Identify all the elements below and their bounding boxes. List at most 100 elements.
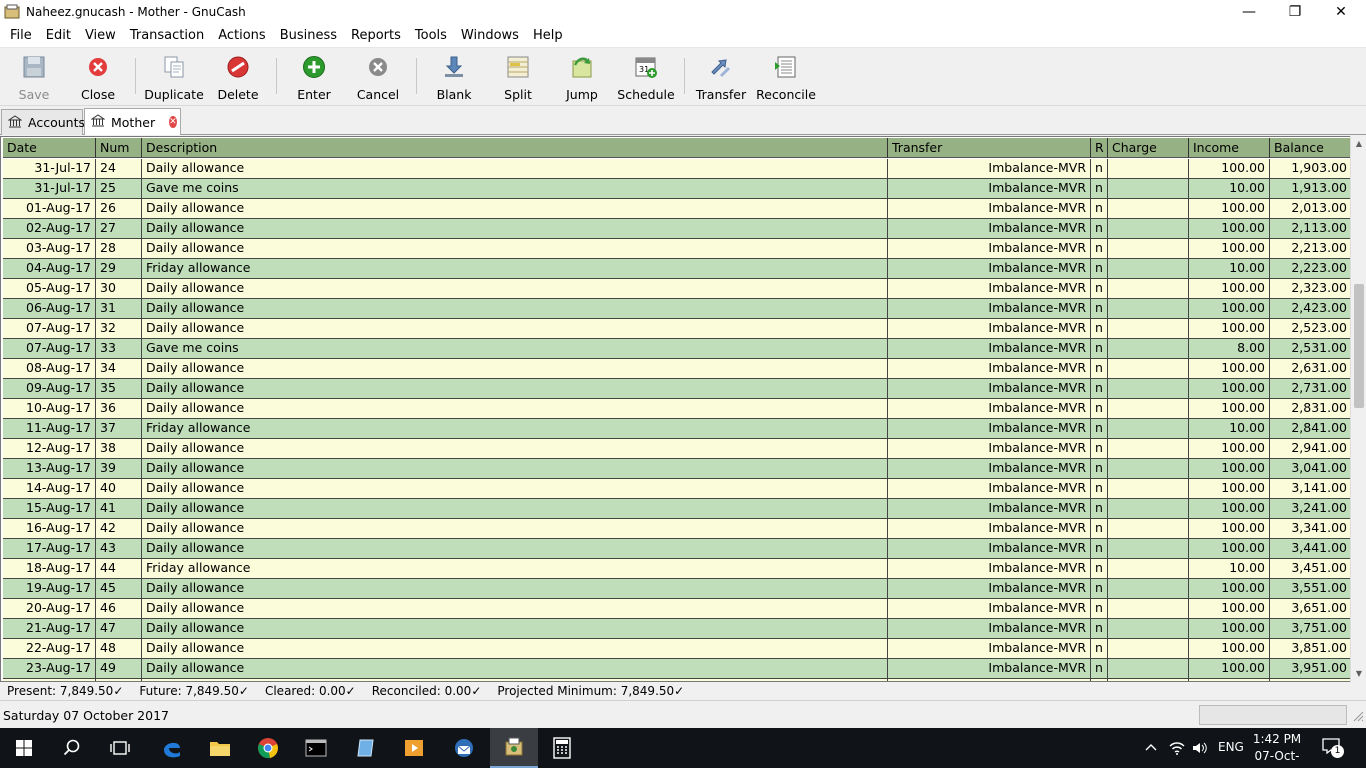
cell-date[interactable]: 07-Aug-17 — [3, 339, 96, 358]
table-row[interactable]: 08-Aug-17 34 Daily allowance Imbalance-MVR n… — [3, 359, 1352, 379]
header-balance[interactable]: Balance — [1270, 138, 1352, 158]
task-view-button[interactable] — [96, 728, 144, 768]
taskbar-clock[interactable]: 1:42 PM 07-Oct-17 — [1248, 731, 1306, 768]
cell-charge[interactable] — [1108, 299, 1189, 318]
cell-date[interactable]: 31-Jul-17 — [3, 159, 96, 178]
delete-button[interactable]: Delete — [214, 52, 262, 102]
table-row[interactable]: 03-Aug-17 28 Daily allowance Imbalance-MVR n… — [3, 239, 1352, 259]
cell-num[interactable]: 25 — [96, 179, 142, 198]
header-r[interactable]: R — [1091, 138, 1108, 158]
wifi-icon[interactable] — [1168, 740, 1186, 756]
cell-date[interactable]: 01-Aug-17 — [3, 199, 96, 218]
cell-transfer[interactable]: Imbalance-MVR — [888, 319, 1091, 338]
table-row[interactable]: 23-Aug-17 49 Daily allowance Imbalance-MVR n… — [3, 659, 1352, 679]
cell-charge[interactable] — [1108, 199, 1189, 218]
cell-num[interactable]: 42 — [96, 519, 142, 538]
cell-transfer[interactable]: Imbalance-MVR — [888, 679, 1091, 681]
cell-income[interactable]: 100.00 — [1189, 519, 1270, 538]
cell-reconcile-flag[interactable]: n — [1091, 419, 1108, 438]
cell-transfer[interactable]: Imbalance-MVR — [888, 599, 1091, 618]
schedule-button[interactable]: 31 Schedule — [617, 52, 675, 102]
cell-num[interactable]: 38 — [96, 439, 142, 458]
cell-num[interactable]: 31 — [96, 299, 142, 318]
cell-date[interactable]: 05-Aug-17 — [3, 279, 96, 298]
cell-income[interactable]: 100.00 — [1189, 539, 1270, 558]
cell-date[interactable]: 08-Aug-17 — [3, 359, 96, 378]
header-transfer[interactable]: Transfer — [888, 138, 1091, 158]
cell-charge[interactable] — [1108, 499, 1189, 518]
cell-reconcile-flag[interactable]: n — [1091, 579, 1108, 598]
cell-date[interactable]: 24-Aug-17 — [3, 679, 96, 681]
header-charge[interactable]: Charge — [1108, 138, 1189, 158]
cell-description[interactable]: Daily allowance — [142, 639, 888, 658]
header-date[interactable]: Date — [3, 138, 96, 158]
cell-date[interactable]: 13-Aug-17 — [3, 459, 96, 478]
cell-income[interactable]: 100.00 — [1189, 679, 1270, 681]
cell-description[interactable]: Daily allowance — [142, 379, 888, 398]
cell-num[interactable]: 36 — [96, 399, 142, 418]
cell-income[interactable]: 100.00 — [1189, 379, 1270, 398]
cell-charge[interactable] — [1108, 399, 1189, 418]
table-row[interactable]: 04-Aug-17 29 Friday allowance Imbalance-MVR… — [3, 259, 1352, 279]
tab-accounts[interactable]: Accounts — [1, 109, 85, 135]
cell-date[interactable]: 04-Aug-17 — [3, 259, 96, 278]
cell-transfer[interactable]: Imbalance-MVR — [888, 339, 1091, 358]
cell-reconcile-flag[interactable]: n — [1091, 499, 1108, 518]
taskbar-thunderbird[interactable] — [440, 728, 488, 768]
cell-transfer[interactable]: Imbalance-MVR — [888, 379, 1091, 398]
header-income[interactable]: Income — [1189, 138, 1270, 158]
cell-transfer[interactable]: Imbalance-MVR — [888, 279, 1091, 298]
table-row[interactable]: 09-Aug-17 35 Daily allowance Imbalance-MVR n… — [3, 379, 1352, 399]
cell-transfer[interactable]: Imbalance-MVR — [888, 439, 1091, 458]
table-row[interactable]: 19-Aug-17 45 Daily allowance Imbalance-MVR n… — [3, 579, 1352, 599]
cell-description[interactable]: Daily allowance — [142, 619, 888, 638]
cell-description[interactable]: Friday allowance — [142, 259, 888, 278]
cell-reconcile-flag[interactable]: n — [1091, 439, 1108, 458]
cell-transfer[interactable]: Imbalance-MVR — [888, 619, 1091, 638]
cell-income[interactable]: 10.00 — [1189, 419, 1270, 438]
table-row[interactable]: 02-Aug-17 27 Daily allowance Imbalance-MVR n… — [3, 219, 1352, 239]
cell-charge[interactable] — [1108, 519, 1189, 538]
enter-button[interactable]: Enter — [291, 52, 337, 102]
cell-reconcile-flag[interactable]: n — [1091, 379, 1108, 398]
taskbar-gnucash[interactable] — [490, 728, 538, 768]
table-row[interactable]: 15-Aug-17 41 Daily allowance Imbalance-MVR n… — [3, 499, 1352, 519]
volume-icon[interactable] — [1191, 740, 1209, 756]
table-row[interactable]: 14-Aug-17 40 Daily allowance Imbalance-MVR n… — [3, 479, 1352, 499]
cell-reconcile-flag[interactable]: n — [1091, 459, 1108, 478]
cell-income[interactable]: 100.00 — [1189, 399, 1270, 418]
cell-charge[interactable] — [1108, 679, 1189, 681]
menu-file[interactable]: File — [4, 24, 38, 48]
table-row[interactable]: 17-Aug-17 43 Daily allowance Imbalance-MVR n… — [3, 539, 1352, 559]
cell-date[interactable]: 16-Aug-17 — [3, 519, 96, 538]
cell-num[interactable]: 41 — [96, 499, 142, 518]
cell-description[interactable]: Gave me coins — [142, 179, 888, 198]
split-button[interactable]: Split — [496, 52, 540, 102]
cell-description[interactable]: Daily allowance — [142, 519, 888, 538]
scroll-up-arrow-icon[interactable]: ▲ — [1351, 136, 1366, 152]
scrollbar-thumb[interactable] — [1354, 284, 1364, 408]
cancel-button[interactable]: Cancel — [355, 52, 401, 102]
table-row[interactable]: 07-Aug-17 33 Gave me coins Imbalance-MVR n 8.… — [3, 339, 1352, 359]
header-description[interactable]: Description — [142, 138, 888, 158]
cell-num[interactable]: 34 — [96, 359, 142, 378]
cell-transfer[interactable]: Imbalance-MVR — [888, 219, 1091, 238]
cell-description[interactable]: Daily allowance — [142, 219, 888, 238]
cell-reconcile-flag[interactable]: n — [1091, 639, 1108, 658]
cell-description[interactable]: Daily allowance — [142, 199, 888, 218]
cell-num[interactable]: 27 — [96, 219, 142, 238]
cell-reconcile-flag[interactable]: n — [1091, 219, 1108, 238]
cell-income[interactable]: 100.00 — [1189, 159, 1270, 178]
cell-reconcile-flag[interactable]: n — [1091, 339, 1108, 358]
cell-income[interactable]: 100.00 — [1189, 619, 1270, 638]
taskbar-chrome[interactable] — [244, 728, 292, 768]
cell-description[interactable]: Daily allowance — [142, 359, 888, 378]
table-row[interactable]: 01-Aug-17 26 Daily allowance Imbalance-MVR n… — [3, 199, 1352, 219]
cell-num[interactable]: 47 — [96, 619, 142, 638]
cell-description[interactable]: Friday allowance — [142, 419, 888, 438]
cell-transfer[interactable]: Imbalance-MVR — [888, 159, 1091, 178]
cell-num[interactable]: 46 — [96, 599, 142, 618]
cell-description[interactable]: Daily allowance — [142, 299, 888, 318]
cell-transfer[interactable]: Imbalance-MVR — [888, 659, 1091, 678]
cell-num[interactable]: 24 — [96, 159, 142, 178]
